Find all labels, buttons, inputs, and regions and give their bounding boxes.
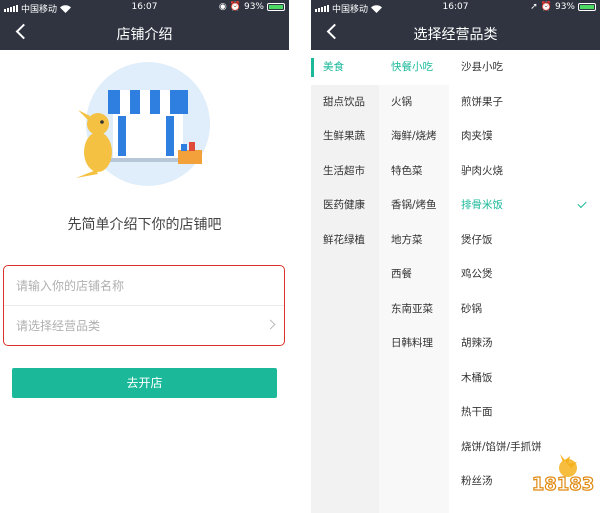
main-category-list: 美食 甜点饮品 生鲜果蔬 生活超市 医药健康 鲜花绿植: [311, 50, 379, 513]
store-form: 请输入你的店铺名称 请选择经营品类: [3, 265, 285, 346]
category-placeholder: 请选择经营品类: [16, 319, 101, 333]
item-option[interactable]: 鸡公煲: [449, 257, 600, 292]
sub-category-item[interactable]: 快餐小吃: [379, 50, 449, 85]
watermark-logo: 18183: [531, 454, 595, 496]
open-store-button[interactable]: 去开店: [12, 368, 277, 398]
sub-category-list: 快餐小吃 火锅 海鲜/烧烤 特色菜 香锅/烤鱼 地方菜 西餐 东南亚菜 日韩料理: [379, 50, 449, 513]
location-icon: ➚: [530, 2, 538, 12]
store-name-placeholder: 请输入你的店铺名称: [16, 279, 125, 293]
item-option[interactable]: 煎饼果子: [449, 85, 600, 120]
battery-percent: 93%: [554, 2, 575, 12]
sub-category-item[interactable]: 香锅/烤鱼: [379, 188, 449, 223]
item-option-selected[interactable]: 排骨米饭: [449, 188, 600, 223]
checkmark-icon: [577, 198, 587, 209]
sub-category-item[interactable]: 特色菜: [379, 154, 449, 189]
item-option[interactable]: 驴肉火烧: [449, 154, 600, 189]
store-illustration: [76, 62, 210, 186]
category-select[interactable]: 请选择经营品类: [4, 305, 284, 344]
alarm-icon: ⏰: [540, 2, 552, 12]
item-option[interactable]: 砂锅: [449, 292, 600, 327]
main-category-item[interactable]: 鲜花绿植: [311, 223, 379, 258]
status-bar: 中国移动 16:07 ➚ ⏰ 93%: [311, 0, 600, 15]
sub-category-item[interactable]: 日韩料理: [379, 326, 449, 361]
main-category-item[interactable]: 生活超市: [311, 154, 379, 189]
lock-rotation-icon: ◉: [218, 2, 227, 12]
store-intro-screen: 中国移动 16:07 ◉ ⏰ 93% 店铺介绍 先简单介绍下你的店铺吧 请输入你…: [0, 0, 289, 513]
item-option[interactable]: 热干面: [449, 395, 600, 430]
sub-category-item[interactable]: 海鲜/烧烤: [379, 119, 449, 154]
store-name-input[interactable]: 请输入你的店铺名称: [4, 266, 284, 305]
nav-bar: 店铺介绍: [0, 15, 289, 50]
alarm-icon: ⏰: [229, 2, 241, 12]
intro-prompt: 先简单介绍下你的店铺吧: [67, 217, 222, 233]
status-bar: 中国移动 16:07 ◉ ⏰ 93%: [0, 0, 289, 15]
battery-icon: [578, 3, 596, 11]
item-list: 沙县小吃 煎饼果子 肉夹馍 驴肉火烧 排骨米饭 煲仔饭 鸡公煲 砂锅 胡辣汤 木…: [449, 50, 600, 513]
main-category-item[interactable]: 美食: [311, 50, 379, 85]
category-select-screen: 中国移动 16:07 ➚ ⏰ 93% 选择经营品类 美食 甜点饮品 生鲜果蔬 生…: [311, 0, 600, 513]
battery-icon: [267, 3, 285, 11]
chevron-right-icon: [265, 319, 276, 330]
sub-category-item[interactable]: 火锅: [379, 85, 449, 120]
page-title: 店铺介绍: [116, 27, 173, 43]
nav-bar: 选择经营品类: [311, 15, 600, 50]
battery-percent: 93%: [243, 2, 264, 12]
sub-category-item[interactable]: 地方菜: [379, 223, 449, 258]
item-option[interactable]: 胡辣汤: [449, 326, 600, 361]
sub-category-item[interactable]: 东南亚菜: [379, 292, 449, 327]
main-category-item[interactable]: 甜点饮品: [311, 85, 379, 120]
selected-item-label: 排骨米饭: [461, 199, 503, 211]
watermark-text: 18183: [532, 474, 595, 495]
item-option[interactable]: 煲仔饭: [449, 223, 600, 258]
item-option[interactable]: 沙县小吃: [449, 50, 600, 85]
main-category-item[interactable]: 生鲜果蔬: [311, 119, 379, 154]
main-category-item[interactable]: 医药健康: [311, 188, 379, 223]
sub-category-item[interactable]: 西餐: [379, 257, 449, 292]
item-option[interactable]: 木桶饭: [449, 361, 600, 396]
page-title: 选择经营品类: [413, 27, 498, 43]
item-option[interactable]: 肉夹馍: [449, 119, 600, 154]
